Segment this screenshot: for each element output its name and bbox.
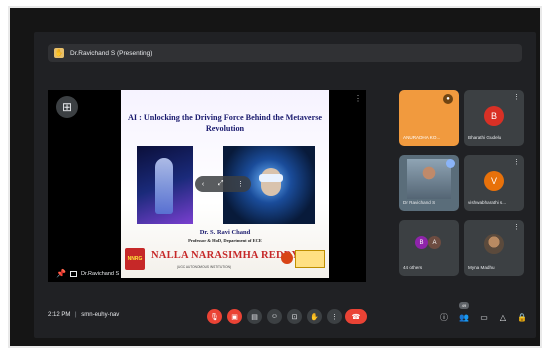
avatar: B <box>484 106 504 126</box>
meet-window: ✋ Dr.Ravichand S (Presenting) ⊞ ⋮ AI : U… <box>34 32 536 338</box>
more-options-icon[interactable]: ⋮ <box>513 158 520 166</box>
slide-designation: Professor & HoD, Department of ECE <box>188 238 262 243</box>
screenshot-frame: ✋ Dr.Ravichand S (Presenting) ⊞ ⋮ AI : U… <box>8 6 542 348</box>
presenter-name: Dr.Ravichand S <box>80 270 120 277</box>
accreditation-logo <box>295 250 325 268</box>
avatar: B <box>415 236 428 249</box>
present-icon: ⊡ <box>291 313 298 321</box>
participant-name: vishwabharathi s... <box>468 200 507 205</box>
participant-name: ANURADHA KO... <box>403 135 441 140</box>
host-controls-icon[interactable]: 🔒 <box>516 311 528 323</box>
main-stage[interactable]: ⊞ ⋮ AI : Unlocking the Driving Force Beh… <box>48 90 366 282</box>
raise-hand-button[interactable]: ✋ <box>307 309 322 324</box>
presenting-banner: ✋ Dr.Ravichand S (Presenting) <box>48 44 522 62</box>
participant-tile[interactable]: Dr Ravichand S <box>399 155 459 211</box>
college-name: NALLA NARASIMHA REDDY <box>151 250 300 261</box>
participant-name: Dr Ravichand S <box>403 200 436 205</box>
camera-off-button[interactable]: ▣ <box>227 309 242 324</box>
presenter-name-tag: 📌 Dr.Ravichand S <box>56 269 119 278</box>
participant-tile[interactable]: ⋮ B Bharathi Gudelu <box>464 90 524 146</box>
pin-icon[interactable]: 📌 <box>56 269 66 278</box>
participant-tile[interactable]: ● ANURADHA KO... <box>399 90 459 146</box>
separator: | <box>75 312 77 318</box>
participant-video <box>407 159 451 199</box>
info-icon[interactable]: ⓘ <box>438 311 450 323</box>
slide-author: Dr. S. Ravi Chand <box>199 229 251 236</box>
phone-end-icon: ☎ <box>351 313 361 321</box>
more-options-icon[interactable]: ⋮ <box>354 94 362 103</box>
mic-off-button[interactable]: 🎙 <box>207 309 222 324</box>
participant-tile[interactable]: ⋮ Myna Madhu <box>464 220 524 276</box>
presentation-slide: AI : Unlocking the Driving Force Behind … <box>121 90 329 278</box>
captions-icon: ▤ <box>251 313 258 321</box>
camera-off-icon: ▣ <box>231 313 238 321</box>
participant-name: Myna Madhu <box>468 265 495 270</box>
activities-icon[interactable]: △ <box>497 311 509 323</box>
layout-grid-icon[interactable]: ⊞ <box>56 96 78 118</box>
more-icon[interactable]: ⋮ <box>237 180 244 188</box>
people-icon[interactable]: 👥 <box>458 311 470 323</box>
bottom-toolbar: 2:12 PM | smn-euhy-nav 🎙 ▣ ▤ ☺ ⊡ ✋ ⋮ ☎ ⓘ… <box>34 298 536 338</box>
hand-icon: ✋ <box>310 313 319 321</box>
mic-off-icon: 🎙 <box>210 313 219 321</box>
speaking-icon <box>446 159 455 168</box>
others-count: 44 others <box>403 265 423 270</box>
captions-button[interactable]: ▤ <box>247 309 262 324</box>
more-icon: ⋮ <box>331 313 338 321</box>
more-options-icon[interactable]: ⋮ <box>513 223 520 231</box>
hand-icon: ✋ <box>54 48 64 58</box>
more-options-icon[interactable]: ⋮ <box>513 93 520 101</box>
participant-name: Bharathi Gudelu <box>468 135 502 140</box>
mic-activity-icon: ● <box>443 94 453 104</box>
meeting-code: smn-euhy-nav <box>81 312 120 318</box>
present-button[interactable]: ⊡ <box>287 309 302 324</box>
prev-icon[interactable]: ‹ <box>202 181 204 188</box>
clock-time: 2:12 PM <box>48 312 71 318</box>
screen-share-icon <box>69 270 77 277</box>
fullscreen-icon[interactable]: ⤢ <box>218 180 224 188</box>
vr-person-image <box>137 146 193 224</box>
chat-icon[interactable]: ▭ <box>478 311 490 323</box>
others-tile[interactable]: B A 44 others <box>399 220 459 276</box>
emoji-icon: ☺ <box>270 313 279 320</box>
presenting-text: Dr.Ravichand S (Presenting) <box>70 49 153 57</box>
leave-call-button[interactable]: ☎ <box>345 309 367 324</box>
others-avatars: B A <box>415 236 441 249</box>
college-status: (UGC AUTONOMOUS INSTITUTION) <box>177 265 231 269</box>
avatar: V <box>484 171 504 191</box>
participant-tile[interactable]: ⋮ V vishwabharathi s... <box>464 155 524 211</box>
emblem-logo <box>281 252 293 264</box>
college-logo: NNRG <box>125 248 145 270</box>
meeting-info: 2:12 PM | smn-euhy-nav <box>48 312 119 318</box>
slide-title: AI : Unlocking the Driving Force Behind … <box>127 113 323 133</box>
avatar: A <box>428 236 441 249</box>
people-count-badge: 49 <box>459 302 469 309</box>
slide-controls[interactable]: ‹ ⤢ ⋮ <box>195 176 251 192</box>
avatar <box>484 234 504 254</box>
emoji-button[interactable]: ☺ <box>267 309 282 324</box>
more-options-button[interactable]: ⋮ <box>327 309 342 324</box>
